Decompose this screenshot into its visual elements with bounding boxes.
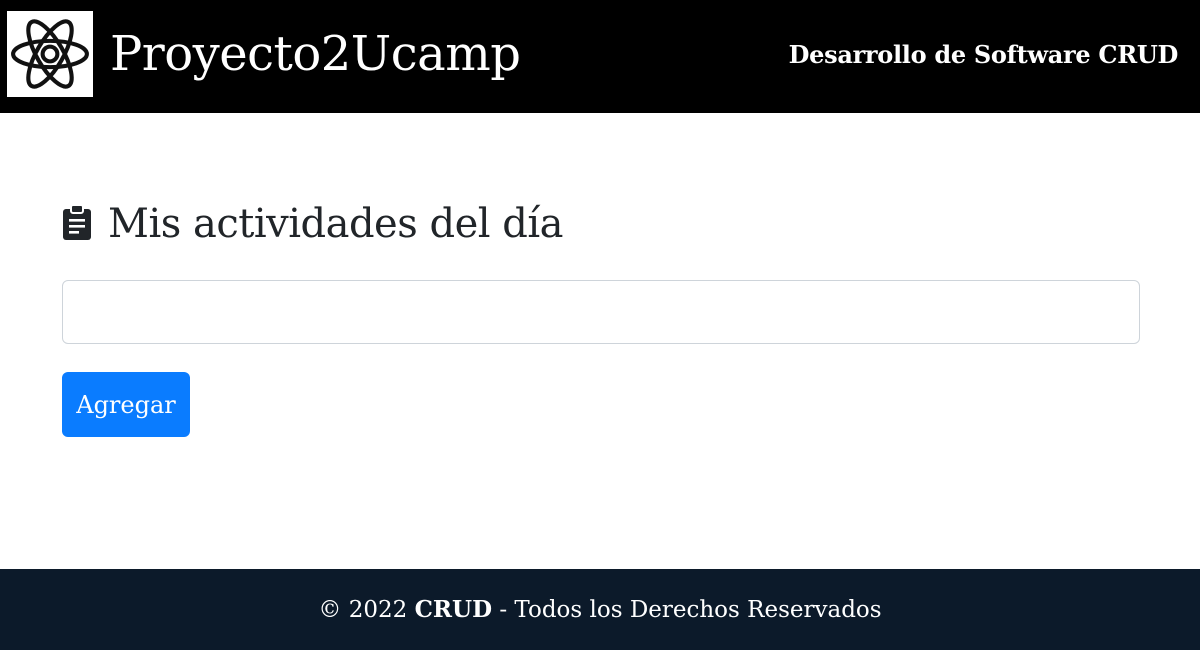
brand-name[interactable]: Proyecto2Ucamp: [110, 30, 521, 78]
page-heading: Mis actividades del día: [62, 196, 1140, 252]
footer-copyright: © 2022: [318, 596, 408, 623]
footer-brand: CRUD: [414, 596, 493, 623]
add-button[interactable]: Agregar: [62, 372, 190, 437]
clipboard-icon: [63, 204, 91, 240]
footer-rights: - Todos los Derechos Reservados: [499, 596, 882, 623]
navbar: Proyecto2Ucamp Desarrollo de Software CR…: [0, 0, 1200, 113]
activity-input[interactable]: [62, 280, 1140, 344]
main-content: Mis actividades del día Agregar: [62, 196, 1140, 437]
atom-icon: [7, 11, 93, 97]
navbar-tagline: Desarrollo de Software CRUD: [788, 40, 1179, 69]
footer: © 2022 CRUD - Todos los Derechos Reserva…: [0, 569, 1200, 650]
page-title: Mis actividades del día: [108, 201, 564, 247]
brand-link[interactable]: Proyecto2Ucamp: [7, 10, 521, 98]
